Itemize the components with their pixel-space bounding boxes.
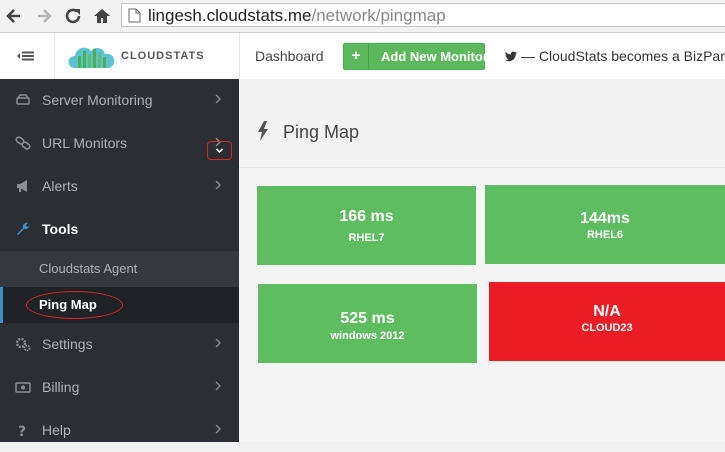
active-indicator bbox=[0, 287, 3, 323]
reload-icon[interactable] bbox=[63, 6, 83, 26]
sidebar-item-alerts[interactable]: Alerts bbox=[0, 165, 239, 208]
page-title: Ping Map bbox=[283, 122, 360, 142]
brand-name: CLOUDSTATS bbox=[121, 50, 205, 62]
cloudstats-logo bbox=[68, 47, 115, 68]
news-ticker[interactable]: — CloudStats becomes a BizPark bbox=[505, 48, 725, 64]
megaphone-icon bbox=[17, 180, 27, 192]
money-icon bbox=[15, 382, 31, 393]
back-arrow-icon[interactable] bbox=[4, 6, 24, 26]
wrench-icon bbox=[17, 222, 30, 235]
url-text: lingesh.cloudstats.me/network/pingmap bbox=[148, 6, 446, 25]
tools-expand-toggle[interactable] bbox=[207, 141, 232, 160]
ping-tile-cloud23[interactable]: N/A CLOUD23 bbox=[489, 282, 725, 361]
sidebar-toggle-button[interactable] bbox=[0, 33, 55, 79]
plus-icon: + bbox=[344, 44, 369, 69]
hdd-icon bbox=[16, 94, 30, 105]
twitter-icon bbox=[505, 51, 517, 62]
sidebar-item-settings[interactable]: Settings bbox=[0, 323, 239, 366]
ping-value: N/A bbox=[593, 303, 621, 320]
page-icon bbox=[128, 8, 141, 23]
header-divider bbox=[239, 33, 240, 79]
ping-tile-windows-2012[interactable]: 525 ms windows 2012 bbox=[258, 284, 477, 363]
forward-arrow-icon[interactable] bbox=[34, 6, 54, 26]
ping-tile-rhel6[interactable]: 144ms RHEL6 bbox=[485, 185, 725, 264]
browser-toolbar: lingesh.cloudstats.me/network/pingmap bbox=[0, 0, 725, 33]
cogs-icon bbox=[15, 337, 31, 352]
sidebar-item-tools[interactable]: Tools bbox=[0, 208, 239, 251]
ping-value: 525 ms bbox=[340, 310, 395, 327]
menu-collapse-icon bbox=[17, 51, 34, 61]
host-name: RHEL7 bbox=[348, 232, 385, 244]
chevron-right-icon bbox=[215, 381, 221, 391]
highlight-annotation bbox=[26, 291, 123, 319]
sidebar-item-help[interactable]: ? Help bbox=[0, 409, 239, 452]
host-name: RHEL6 bbox=[586, 229, 624, 241]
host-name: windows 2012 bbox=[330, 330, 405, 342]
add-new-monitor-label: Add New Monitor bbox=[381, 49, 488, 64]
link-icon bbox=[15, 136, 31, 150]
sidebar-item-billing[interactable]: Billing bbox=[0, 366, 239, 409]
host-name: CLOUD23 bbox=[581, 322, 633, 334]
news-text: — CloudStats becomes a BizPark bbox=[521, 48, 725, 64]
nav-dashboard-link[interactable]: Dashboard bbox=[255, 48, 324, 64]
add-new-monitor-button[interactable]: + Add New Monitor bbox=[343, 43, 488, 70]
chevron-right-icon bbox=[215, 94, 221, 104]
chevron-down-icon bbox=[215, 148, 224, 154]
address-bar[interactable]: lingesh.cloudstats.me/network/pingmap bbox=[121, 3, 725, 27]
chevron-right-icon bbox=[215, 180, 221, 190]
app-header: CLOUDSTATS Dashboard + Add New Monitor —… bbox=[0, 33, 725, 80]
sidebar-subitem-cloudstats-agent[interactable]: Cloudstats Agent bbox=[0, 251, 239, 287]
sidebar-item-server-monitoring[interactable]: Server Monitoring bbox=[0, 79, 239, 122]
bolt-icon bbox=[258, 121, 268, 141]
chevron-right-icon bbox=[215, 338, 221, 348]
home-icon[interactable] bbox=[92, 6, 112, 26]
ping-value: 144ms bbox=[580, 210, 630, 227]
ping-tile-rhel7[interactable]: 166 ms RHEL7 bbox=[257, 186, 476, 265]
question-icon: ? bbox=[18, 424, 26, 438]
svg-text:?: ? bbox=[18, 424, 26, 438]
ping-value: 166 ms bbox=[339, 208, 394, 225]
chevron-right-icon bbox=[215, 424, 221, 434]
sidebar-item-url-monitors[interactable]: URL Monitors bbox=[0, 122, 239, 165]
